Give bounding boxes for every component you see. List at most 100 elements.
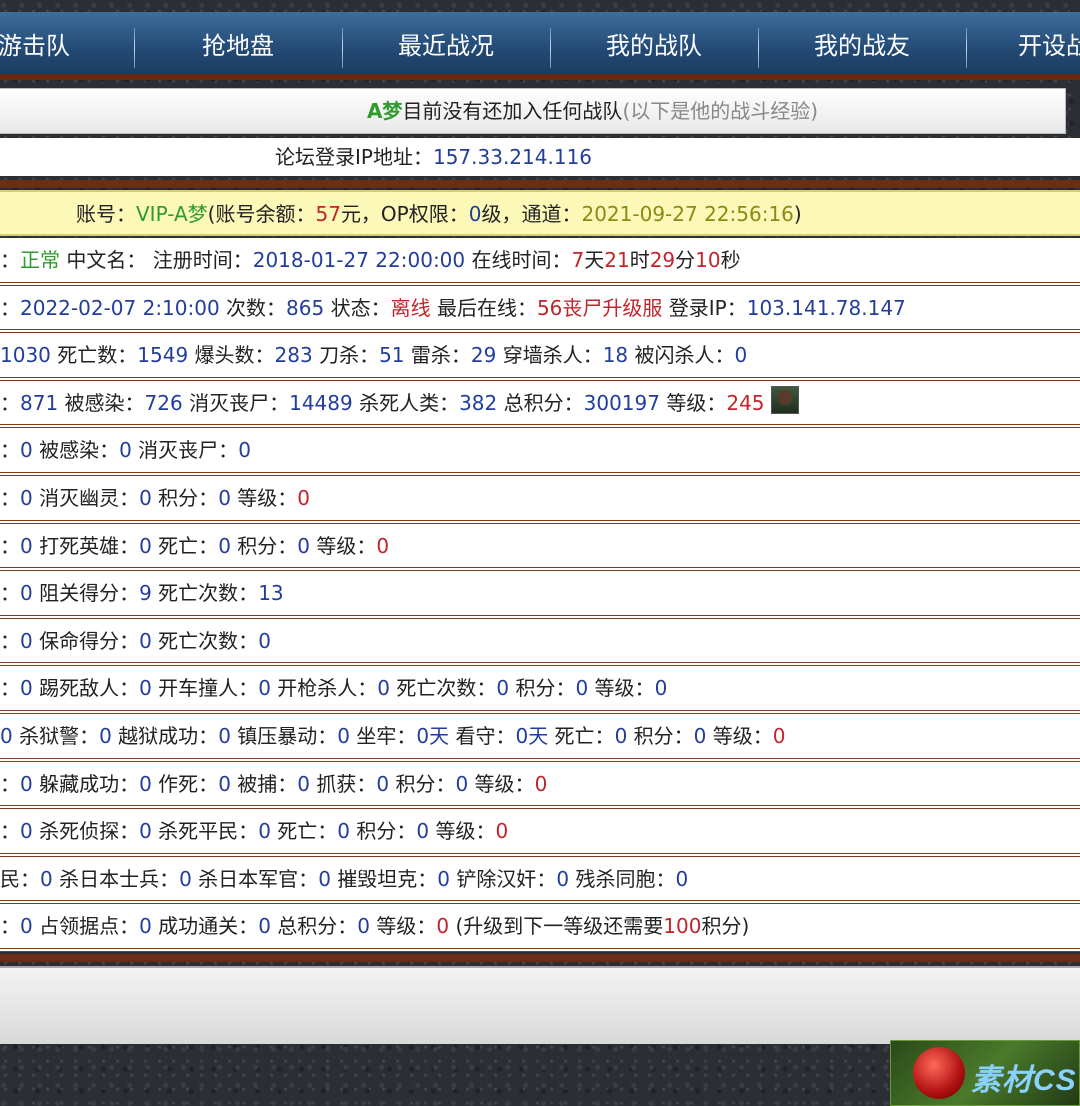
site-logo: 素材CS <box>890 1040 1080 1106</box>
nav-guerrilla[interactable]: 游击队 <box>0 12 138 74</box>
stat-value: 0 <box>614 723 628 748</box>
stat-label: 打死英雄： <box>32 533 140 558</box>
stat-value: 13 <box>258 581 284 606</box>
stat-label: ： <box>0 628 20 653</box>
stat-value: 0 <box>654 676 668 701</box>
stat-label: 积分： <box>230 533 298 558</box>
nav-my-team[interactable]: 我的战队 <box>550 12 758 74</box>
stat-value: 0 <box>20 485 33 510</box>
stats-row: ：0 阻关得分：9 死亡次数：13 <box>0 571 1080 619</box>
stat-label: 刀杀： <box>312 343 380 368</box>
stat-value: 300197 <box>583 390 660 415</box>
account-close: ) <box>793 202 802 226</box>
player-name[interactable]: A梦 <box>367 99 402 123</box>
logo-emblem-icon <box>913 1047 965 1099</box>
stat-value: 0 <box>139 533 152 558</box>
stat-label: 杀死人类： <box>352 390 460 415</box>
stat-value: 0 <box>139 676 152 701</box>
stat-value: 0 <box>436 914 450 939</box>
stat-value: 29 <box>649 248 676 272</box>
stat-value: 0 <box>376 533 390 558</box>
stat-value: 9 <box>139 581 152 606</box>
stat-value: 0 <box>675 866 689 891</box>
stat-label: 最后在线： <box>430 295 537 320</box>
stat-value: 245 <box>726 390 765 415</box>
stat-value: 0 <box>376 771 390 796</box>
stats-row: 民：0 杀日本士兵：0 杀日本军官：0 摧毁坦克：0 铲除汉奸：0 残杀同胞：0 <box>0 856 1080 905</box>
stat-label: 登录IP： <box>662 295 747 320</box>
stat-label: 被感染： <box>58 390 145 415</box>
stat-label: 被捕： <box>230 771 298 796</box>
divider <box>0 180 1080 188</box>
stat-label: 杀死平民： <box>151 819 259 844</box>
stat-value: 283 <box>274 343 313 368</box>
op-label: 元，OP权限： <box>340 202 469 226</box>
stat-value: 21 <box>604 248 630 272</box>
stat-value: 离线 <box>390 295 431 320</box>
stat-label: 看守： <box>449 723 516 748</box>
stat-label: 积分： <box>627 723 694 748</box>
stat-label: 积分) <box>701 914 750 939</box>
stat-label: 消灭丧尸： <box>131 438 239 463</box>
stat-label: 等级： <box>706 723 773 748</box>
stat-value: 29 <box>470 343 497 368</box>
stat-value: 0 <box>20 533 33 558</box>
stat-label: 镇压暴动： <box>230 723 338 748</box>
stat-label: 死亡： <box>151 533 219 558</box>
stat-label: ： <box>0 295 20 320</box>
stat-label: 雷杀： <box>404 343 471 368</box>
stat-label: 死亡次数： <box>151 628 259 653</box>
stat-label: 等级： <box>310 533 377 558</box>
team-notice: A梦目前没有还加入任何战队(以下是他的战斗经验) <box>0 88 1066 134</box>
stat-label: ： <box>0 438 20 463</box>
stat-value: 2018-01-27 22:00:00 <box>252 248 466 272</box>
stat-label: ： <box>0 676 20 701</box>
stat-label: ： <box>0 771 20 796</box>
stat-value: 0 <box>437 866 451 891</box>
stat-value: 2022-02-07 2:10:00 <box>20 295 220 320</box>
stat-label: 民： <box>0 866 40 891</box>
stat-label: 阻关得分： <box>32 581 140 606</box>
stat-value: 0 <box>258 628 271 653</box>
stat-value: 382 <box>459 390 498 415</box>
notice-text: 目前没有还加入任何战队 <box>402 99 623 123</box>
stat-label: 等级： <box>429 819 496 844</box>
stat-label: 积分： <box>389 771 456 796</box>
stat-value: 0 <box>20 914 33 939</box>
stat-value: 0 <box>139 771 152 796</box>
nav-grab-territory[interactable]: 抢地盘 <box>134 12 342 74</box>
stat-value: 726 <box>144 390 183 415</box>
stat-label: 总积分： <box>270 914 358 939</box>
stat-label: 等级： <box>468 771 535 796</box>
stats-row: ：0 杀死侦探：0 杀死平民：0 死亡：0 积分：0 等级：0 <box>0 809 1080 857</box>
stat-value: 0 <box>357 914 371 939</box>
stat-label: 死亡次数： <box>151 581 259 606</box>
account-label: 账号： <box>76 202 136 226</box>
stats-table: ：正常 中文名： 注册时间：2018-01-27 22:00:00 在线时间：7… <box>0 238 1080 952</box>
account-row: 账号：VIP-A梦(账号余额：57元，OP权限：0级，通道：2021-09-27… <box>0 190 1080 236</box>
stat-value: 7 <box>571 248 585 272</box>
stat-label: 坐牢： <box>350 723 417 748</box>
stat-value: 0 <box>297 533 311 558</box>
stat-label: 在线时间： <box>465 248 572 272</box>
stat-label: ： <box>0 581 20 606</box>
nav-recent-battles[interactable]: 最近战况 <box>342 12 550 74</box>
stat-label: 占领据点： <box>32 914 140 939</box>
stat-value: 0 <box>534 771 548 796</box>
stats-row: 0 杀狱警：0 越狱成功：0 镇压暴动：0 坐牢：0天 看守：0天 死亡：0 积… <box>0 713 1080 762</box>
stat-value: 0 <box>218 723 231 748</box>
stat-value: 0 <box>218 771 231 796</box>
channel-label: 级，通道： <box>481 202 582 226</box>
stat-value: 10 <box>695 248 721 272</box>
nav-my-friends[interactable]: 我的战友 <box>758 12 966 74</box>
stat-value: 0 <box>556 866 570 891</box>
stat-label: 被感染： <box>32 438 120 463</box>
stat-label: 总积分： <box>497 390 584 415</box>
stats-row: ：0 打死英雄：0 死亡：0 积分：0 等级：0 <box>0 523 1080 572</box>
stat-value: 0 <box>20 438 33 463</box>
ip-label: 论坛登录IP地址： <box>275 145 433 169</box>
stat-value: 0 <box>772 723 786 748</box>
stat-label: 天 <box>584 248 605 272</box>
stat-value: 100 <box>663 914 702 939</box>
nav-create-team[interactable]: 开设战 <box>966 12 1080 74</box>
